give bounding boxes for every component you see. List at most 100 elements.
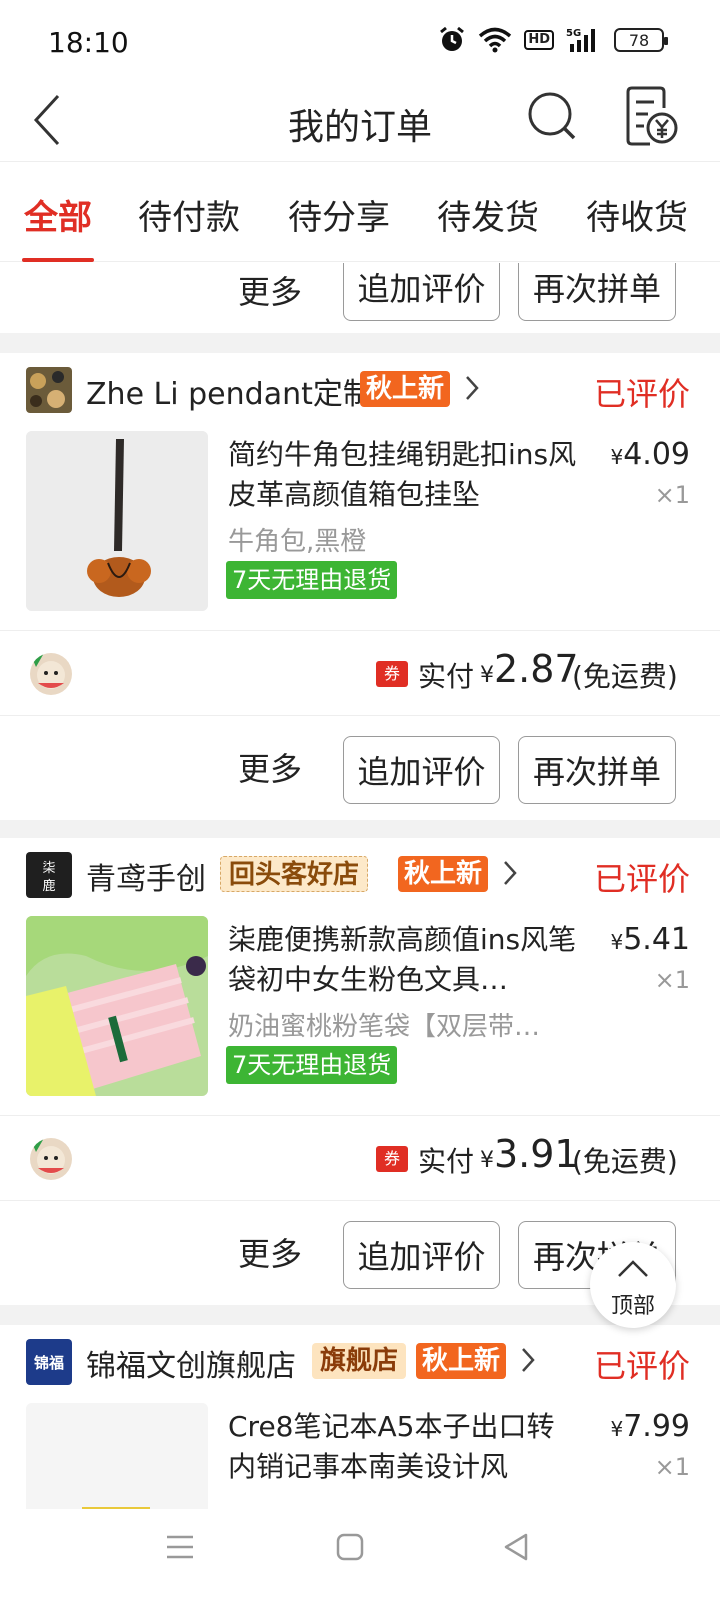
product-price: ¥7.99	[610, 1409, 690, 1444]
order-tabs: 全部 待付款 待分享 待发货 待收货	[0, 162, 720, 262]
order-status: 已评价	[593, 1347, 690, 1385]
currency-symbol: ¥	[610, 1417, 624, 1441]
reorder-button[interactable]: 再次拼单	[518, 263, 676, 321]
tab-pending-share[interactable]: 待分享	[288, 190, 390, 239]
shop-avatar: 柒 鹿	[26, 852, 72, 898]
product-title[interactable]: Cre8笔记本A5本子出口转内销记事本南美设计风	[228, 1407, 578, 1487]
buyer-avatar	[30, 1138, 72, 1180]
product-title[interactable]: 柒鹿便携新款高颜值ins风笔袋初中女生粉色文具…	[228, 920, 578, 1000]
coupon-icon: 券	[376, 1146, 408, 1172]
active-tab-indicator	[22, 258, 94, 262]
new-arrival-badge: 秋上新	[416, 1343, 507, 1379]
shop-logo-text: 锦福	[33, 1353, 64, 1372]
shop-row[interactable]: 锦福 锦福文创旗舰店 旗舰店 秋上新 已评价	[0, 1325, 720, 1395]
buyer-avatar	[30, 653, 72, 695]
svg-text:5G: 5G	[566, 28, 581, 39]
clock: 18:10	[48, 26, 129, 59]
tab-all[interactable]: 全部	[24, 190, 92, 239]
more-button[interactable]: 更多	[238, 1229, 302, 1275]
product-image[interactable]	[26, 1403, 208, 1509]
order-status: 已评价	[593, 375, 690, 413]
order-card: Zhe Li pendant定制 秋上新 已评价 简约牛角包挂绳钥匙扣ins风皮…	[0, 353, 720, 820]
add-review-button[interactable]: 追加评价	[343, 1221, 500, 1289]
hd-badge: HD	[524, 30, 554, 50]
new-arrival-badge: 秋上新	[360, 371, 451, 407]
coupon-icon: 券	[376, 661, 408, 687]
header: 我的订单	[0, 82, 720, 162]
product-quantity: ×1	[654, 966, 690, 994]
shop-avatar	[26, 367, 72, 413]
order-actions: 更多 追加评价 再次拼单	[0, 728, 720, 816]
return-policy-tag: 7天无理由退货	[226, 1046, 398, 1084]
shop-name: 青鸢手创	[86, 862, 206, 897]
currency-symbol: ¥	[610, 930, 624, 954]
more-button[interactable]: 更多	[238, 267, 302, 313]
tab-pending-payment[interactable]: 待付款	[138, 190, 240, 239]
shop-name: Zhe Li pendant定制	[86, 377, 373, 412]
paid-amount: ¥2.87	[480, 647, 579, 691]
menu-icon[interactable]	[164, 1531, 196, 1563]
search-icon[interactable]	[526, 88, 582, 144]
shop-row[interactable]: Zhe Li pendant定制 秋上新 已评价	[0, 353, 720, 423]
signal-icon: 5G	[566, 28, 595, 52]
price-value: 5.41	[623, 922, 690, 957]
order-card: 锦福 锦福文创旗舰店 旗舰店 秋上新 已评价 Cre8笔记本A5本子出口转内销记…	[0, 1325, 720, 1509]
shop-logo-text: 柒	[42, 861, 55, 876]
order-actions: 更多 追加评价 再次拼单	[0, 263, 720, 335]
product-spec: 奶油蜜桃粉笔袋【双层带…	[228, 1012, 541, 1042]
system-navigation-bar	[0, 1509, 720, 1609]
paid-label: 实付	[418, 660, 475, 693]
product-title[interactable]: 简约牛角包挂绳钥匙扣ins风皮革高颜值箱包挂坠	[228, 435, 578, 515]
product-image[interactable]	[26, 431, 208, 611]
back-to-top-label: 顶部	[610, 1294, 655, 1319]
flagship-badge: 旗舰店	[312, 1343, 407, 1379]
add-review-button[interactable]: 追加评价	[343, 736, 500, 804]
orders-page: 18:10 HD 5G 78 我的订单 全部 待付款 待分享 待发货 待收货 更…	[0, 0, 720, 1609]
back-triangle-icon[interactable]	[500, 1531, 532, 1563]
price-value: 7.99	[623, 1409, 690, 1444]
status-icons: HD 5G 78	[438, 26, 668, 54]
new-arrival-badge: 秋上新	[398, 856, 489, 892]
paid-value: 2.87	[494, 647, 579, 691]
payment-row: 券 实付 ¥3.91 (免运费)	[0, 1115, 720, 1201]
status-bar: 18:10 HD 5G 78	[0, 0, 720, 82]
chevron-right-icon	[522, 1348, 535, 1372]
product-quantity: ×1	[654, 481, 690, 509]
page-title: 我的订单	[287, 107, 432, 148]
shipping-note: (免运费)	[572, 660, 678, 693]
wifi-icon	[479, 27, 512, 53]
currency-symbol: ¥	[480, 1148, 494, 1173]
shop-row[interactable]: 柒 鹿 青鸢手创 回头客好店 秋上新 已评价	[0, 838, 720, 908]
more-button[interactable]: 更多	[238, 744, 302, 790]
order-card: 柒 鹿 青鸢手创 回头客好店 秋上新 已评价 柒鹿便携新款高颜值ins风笔袋初中…	[0, 838, 720, 1305]
chevron-right-icon	[466, 376, 479, 400]
product-price: ¥5.41	[610, 922, 690, 957]
chevron-up-icon	[618, 1260, 648, 1277]
shop-name: 锦福文创旗舰店	[86, 1349, 296, 1384]
currency-symbol: ¥	[610, 445, 624, 469]
add-review-button[interactable]: 追加评价	[343, 263, 500, 321]
payment-row: 券 实付 ¥2.87 (免运费)	[0, 630, 720, 716]
paid-amount: ¥3.91	[480, 1132, 579, 1176]
battery-icon: 78	[614, 28, 668, 52]
order-card: 更多 追加评价 再次拼单	[0, 263, 720, 333]
tab-pending-receipt[interactable]: 待收货	[586, 190, 688, 239]
return-policy-tag: 7天无理由退货	[226, 561, 398, 599]
tab-pending-shipment[interactable]: 待发货	[437, 190, 539, 239]
product-image[interactable]	[26, 916, 208, 1096]
product-price: ¥4.09	[610, 437, 690, 472]
reorder-button[interactable]: 再次拼单	[518, 736, 676, 804]
alarm-icon	[440, 26, 465, 51]
product-spec: 牛角包,黑橙	[228, 527, 367, 557]
product-quantity: ×1	[654, 1453, 690, 1481]
home-icon[interactable]	[334, 1531, 366, 1563]
currency-symbol: ¥	[480, 663, 494, 688]
chevron-right-icon	[504, 861, 517, 885]
shipping-note: (免运费)	[572, 1145, 678, 1178]
price-value: 4.09	[623, 437, 690, 472]
shop-avatar: 锦福	[26, 1339, 72, 1385]
paid-value: 3.91	[494, 1132, 579, 1176]
loyal-shop-badge: 回头客好店	[220, 856, 369, 892]
bill-icon[interactable]	[624, 86, 680, 146]
back-to-top-button[interactable]: 顶部	[590, 1242, 676, 1328]
